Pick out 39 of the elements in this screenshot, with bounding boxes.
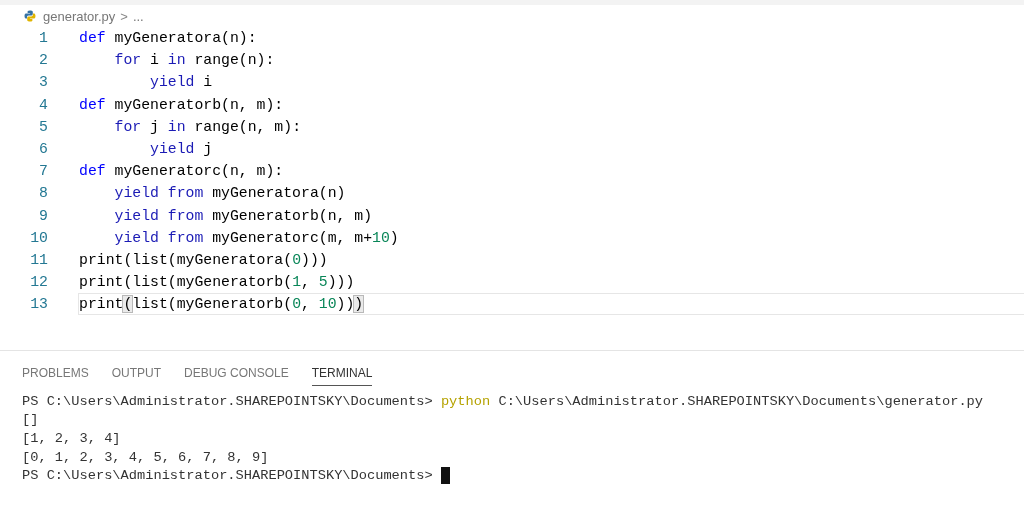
- code-line: print(list(myGeneratora(0))): [79, 251, 328, 268]
- terminal-line: [1, 2, 3, 4]: [22, 431, 121, 446]
- line-number: 13: [29, 296, 48, 313]
- code-line: yield from myGeneratora(n): [113, 185, 346, 202]
- code-line: yield j: [149, 141, 213, 158]
- line-number: 11: [29, 251, 48, 268]
- panel-tab[interactable]: DEBUG CONSOLE: [184, 360, 289, 386]
- line-number: 3: [38, 74, 48, 91]
- terminal-line: PS C:\Users\Administrator.SHAREPOINTSKY\Documents>: [22, 468, 434, 484]
- code-line: def myGeneratorc(n, m):: [79, 163, 284, 180]
- code-line: print(list(myGeneratorb(0, 10))): [78, 293, 1024, 316]
- code-line: yield from myGeneratorb(n, m): [113, 207, 373, 224]
- line-number: 2: [38, 52, 48, 69]
- line-number: 10: [29, 229, 48, 246]
- terminal-line: []: [22, 412, 39, 428]
- line-number: 5: [38, 118, 48, 135]
- panel-tab[interactable]: PROBLEMS: [22, 360, 89, 386]
- code-line: yield from myGeneratorc(m, m+10): [113, 229, 399, 246]
- panel-tab[interactable]: OUTPUT: [111, 360, 162, 386]
- code-line: for j in range(n, m):: [113, 118, 301, 135]
- breadcrumb-item[interactable]: ...: [132, 8, 144, 24]
- terminal-line: [0, 1, 2, 3, 4, 5, 6, 7, 8, 9]: [22, 449, 269, 465]
- code-line: for i in range(n):: [113, 52, 275, 69]
- line-number: 8: [38, 185, 48, 202]
- code-line: print(list(myGeneratorb(1, 5))): [79, 274, 355, 291]
- terminal-line: PS C:\Users\Administrator.SHAREPOINTSKY\Documents> python C:\Users\Administrator.SHAREPOINTSKY\Documents\generator.py: [22, 393, 984, 409]
- line-number: 9: [38, 207, 48, 224]
- line-number: 4: [38, 96, 48, 113]
- chevron-icon: >: [120, 8, 128, 24]
- code-line: def myGeneratora(n):: [79, 30, 257, 47]
- breadcrumb-item[interactable]: generator.py: [43, 8, 116, 24]
- panel-tab[interactable]: TERMINAL: [311, 360, 373, 386]
- code-line: yield i: [149, 74, 213, 91]
- code-line: def myGeneratorb(n, m):: [79, 96, 284, 113]
- line-number: 7: [38, 163, 48, 180]
- line-number: 12: [29, 274, 48, 291]
- line-number: 1: [38, 30, 48, 47]
- python-file-icon: [24, 10, 36, 22]
- line-number: 6: [38, 141, 48, 158]
